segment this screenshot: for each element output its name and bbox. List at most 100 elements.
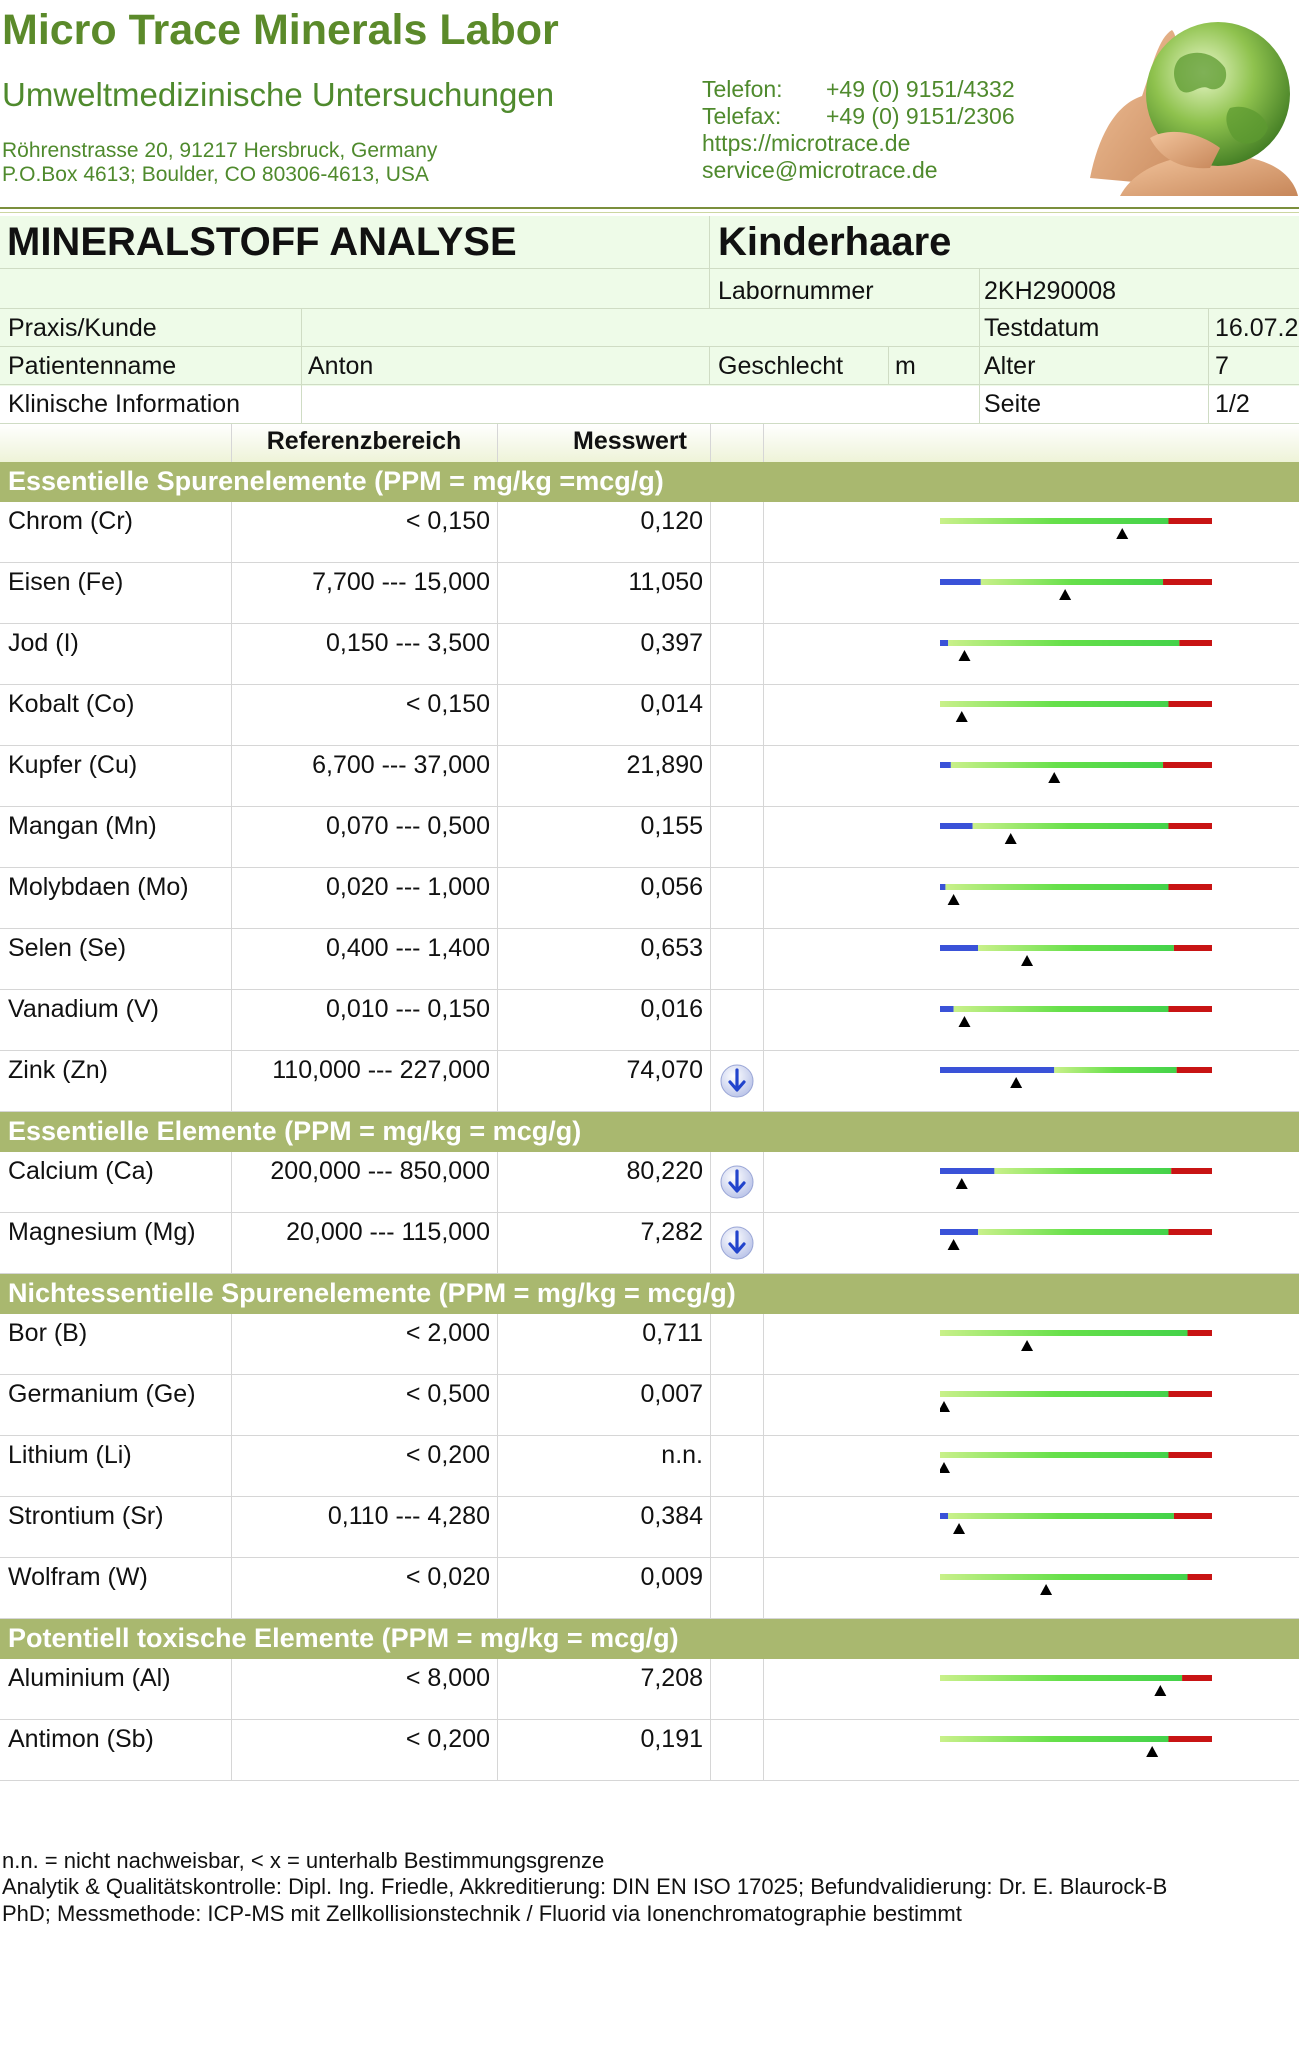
range-low-segment — [940, 640, 949, 646]
reference-range: 6,700 --- 37,000 — [312, 751, 490, 779]
sex-value: m — [895, 352, 916, 380]
reference-range: 7,700 --- 15,000 — [312, 568, 490, 596]
reference-range: 0,020 --- 1,000 — [326, 873, 490, 901]
measured-marker — [1059, 589, 1072, 600]
flag-cell — [710, 746, 764, 806]
section-title: Potentiell toxische Elemente (PPM = mg/k… — [8, 1623, 679, 1653]
element-name: Kobalt (Co) — [8, 690, 135, 718]
info-rule — [0, 268, 1299, 269]
flag-cell — [710, 929, 764, 989]
measured-value: 11,050 — [628, 568, 703, 596]
range-high-segment — [1168, 1391, 1212, 1397]
measured-value-cell: 0,397 — [497, 624, 711, 684]
range-low-segment — [940, 579, 981, 585]
measured-value: 7,282 — [640, 1218, 703, 1246]
flag-cell — [710, 1659, 764, 1719]
range-indicator — [940, 518, 1212, 539]
range-indicator — [940, 1229, 1212, 1250]
range-indicator — [940, 945, 1212, 966]
reference-range-cell: 0,070 --- 0,500 — [231, 807, 498, 867]
measured-value-cell: 74,070 — [497, 1051, 711, 1111]
measured-marker — [1154, 1685, 1167, 1696]
element-name-cell: Kupfer (Cu) — [0, 746, 232, 806]
section-title: Essentielle Elemente (PPM = mg/kg = mcg/… — [8, 1116, 582, 1146]
reference-range-cell: 0,400 --- 1,400 — [231, 929, 498, 989]
section-title: Nichtessentielle Spurenelemente (PPM = m… — [8, 1278, 736, 1308]
measured-value-cell: n.n. — [497, 1436, 711, 1496]
flag-cell — [710, 1314, 764, 1374]
reference-range: 0,110 --- 4,280 — [327, 1502, 490, 1530]
measured-marker — [1010, 1077, 1023, 1088]
element-name-cell: Lithium (Li) — [0, 1436, 232, 1496]
reference-range: 110,000 --- 227,000 — [272, 1056, 490, 1084]
range-high-segment — [1168, 1006, 1212, 1012]
element-name-cell: Selen (Se) — [0, 929, 232, 989]
measured-marker — [940, 1462, 950, 1473]
measured-value: 0,056 — [640, 873, 703, 901]
flag-cell — [710, 1051, 764, 1111]
element-name: Germanium (Ge) — [8, 1380, 196, 1408]
measured-value-cell: 80,220 — [497, 1152, 711, 1212]
table-row: Jod (I) 0,150 --- 3,500 0,397 — [0, 624, 1299, 685]
column-header-reference: Referenzbereich — [266, 427, 462, 455]
element-name-cell: Vanadium (V) — [0, 990, 232, 1050]
reference-range: 200,000 --- 850,000 — [270, 1157, 490, 1185]
test-date-label: Testdatum — [984, 314, 1100, 342]
measured-value: 0,120 — [640, 507, 703, 535]
range-low-segment — [940, 1513, 949, 1519]
website-link[interactable]: https://microtrace.de — [702, 130, 910, 157]
info-rule — [0, 384, 1299, 385]
measured-value: 21,890 — [626, 751, 703, 779]
reference-range-cell: < 0,150 — [231, 685, 498, 745]
table-row: Wolfram (W) < 0,020 0,009 — [0, 1558, 1299, 1619]
range-low-segment — [940, 762, 951, 768]
measured-value: n.n. — [661, 1441, 703, 1469]
range-indicator — [940, 1391, 1212, 1412]
page-label: Seite — [984, 390, 1041, 418]
range-indicator — [940, 762, 1212, 783]
flag-cell — [710, 1558, 764, 1618]
range-normal-segment — [1054, 1067, 1177, 1073]
measured-marker — [1004, 833, 1017, 844]
section-header: Potentiell toxische Elemente (PPM = mg/k… — [0, 1619, 1299, 1659]
reference-range: < 0,200 — [405, 1725, 490, 1753]
range-normal-segment — [940, 701, 1169, 707]
flag-cell — [710, 685, 764, 745]
range-indicator — [940, 1574, 1212, 1595]
element-name-cell: Bor (B) — [0, 1314, 232, 1374]
range-indicator — [940, 1452, 1212, 1473]
range-normal-segment — [980, 579, 1164, 585]
range-high-segment — [1171, 1168, 1212, 1174]
header-rule-thin — [0, 212, 1299, 213]
info-divider — [301, 308, 302, 423]
table-row: Vanadium (V) 0,010 --- 0,150 0,016 — [0, 990, 1299, 1051]
sample-type: Kinderhaare — [718, 220, 952, 264]
element-name-cell: Aluminium (Al) — [0, 1659, 232, 1719]
measured-value-cell: 7,282 — [497, 1213, 711, 1273]
column-divider — [763, 424, 764, 462]
info-rule — [0, 346, 1299, 347]
table-row: Zink (Zn) 110,000 --- 227,000 74,070 — [0, 1051, 1299, 1112]
range-low-segment — [940, 884, 946, 890]
reference-range-cell: 20,000 --- 115,000 — [231, 1213, 498, 1273]
range-normal-segment — [950, 762, 1164, 768]
info-divider — [979, 268, 980, 423]
element-name: Strontium (Sr) — [8, 1502, 164, 1530]
reference-range: < 0,500 — [405, 1380, 490, 1408]
lab-number-value: 2KH290008 — [984, 277, 1117, 305]
element-name: Calcium (Ca) — [8, 1157, 154, 1185]
table-row: Calcium (Ca) 200,000 --- 850,000 80,220 — [0, 1152, 1299, 1213]
info-divider — [709, 216, 710, 308]
table-row: Eisen (Fe) 7,700 --- 15,000 11,050 — [0, 563, 1299, 624]
reference-range-cell: 200,000 --- 850,000 — [231, 1152, 498, 1212]
measured-value-cell: 0,155 — [497, 807, 711, 867]
flag-cell — [710, 1213, 764, 1273]
flag-cell — [710, 1497, 764, 1557]
range-indicator — [940, 1675, 1212, 1696]
measured-value-cell: 0,009 — [497, 1558, 711, 1618]
element-name: Molybdaen (Mo) — [8, 873, 189, 901]
range-low-segment — [940, 1006, 954, 1012]
email-link[interactable]: service@microtrace.de — [702, 157, 938, 184]
reference-range-cell: 0,010 --- 0,150 — [231, 990, 498, 1050]
page-value: 1/2 — [1215, 390, 1250, 418]
